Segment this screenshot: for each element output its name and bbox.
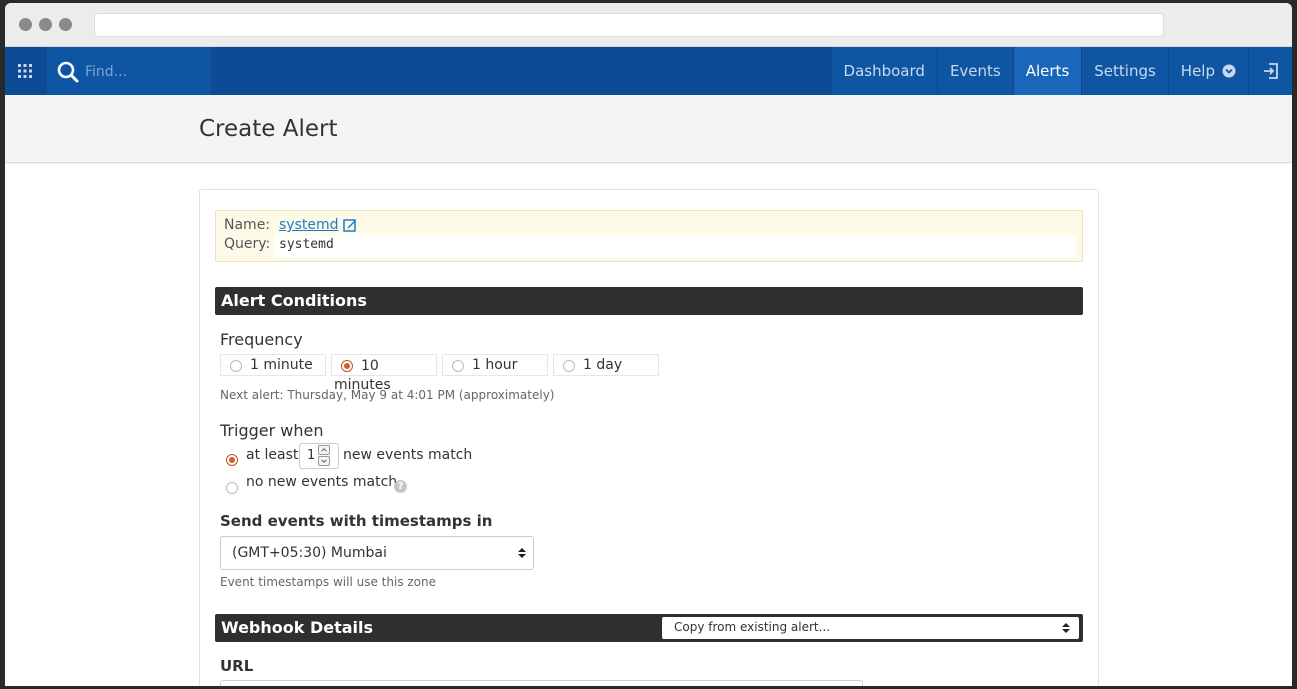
- query-label: Query:: [224, 236, 271, 252]
- radio-icon: [230, 360, 242, 372]
- next-alert-hint: Next alert: Thursday, May 9 at 4:01 PM (…: [220, 388, 555, 402]
- select-arrows-icon: [518, 548, 526, 558]
- window-close-dot[interactable]: [19, 18, 32, 31]
- alert-name-link[interactable]: systemd: [279, 217, 339, 233]
- sign-out-button[interactable]: [1248, 47, 1292, 95]
- nav-events-label: Events: [949, 62, 1001, 80]
- frequency-option-10-minutes[interactable]: 10 minutes: [331, 354, 437, 393]
- alert-form-card: Name: systemd Query: systemd Alert Condi…: [199, 189, 1099, 686]
- frequency-option-label: 1 hour: [472, 357, 518, 373]
- name-label: Name:: [224, 217, 271, 233]
- radio-icon: [452, 360, 464, 372]
- window-minimize-dot[interactable]: [39, 18, 52, 31]
- app-grid-icon[interactable]: [17, 63, 33, 79]
- nav-dashboard[interactable]: Dashboard: [830, 47, 937, 95]
- frequency-option-label: 1 day: [583, 357, 623, 373]
- nav-events[interactable]: Events: [936, 47, 1013, 95]
- nav-settings[interactable]: Settings: [1081, 47, 1168, 95]
- step-down-icon[interactable]: [318, 456, 330, 466]
- browser-chrome: [5, 3, 1292, 47]
- timestamps-label: Send events with timestamps in: [220, 512, 493, 530]
- nav-alerts[interactable]: Alerts: [1012, 47, 1082, 95]
- top-navbar: Dashboard Events Alerts Settings Help: [5, 47, 1292, 95]
- alert-conditions-title: Alert Conditions: [221, 291, 367, 310]
- help-icon[interactable]: ?: [394, 480, 407, 493]
- trigger-at-least-label: at least: [246, 447, 299, 463]
- page-header: Create Alert: [5, 95, 1292, 163]
- nav-menu: Dashboard Events Alerts Settings Help: [830, 47, 1292, 95]
- alert-conditions-header: Alert Conditions: [215, 287, 1083, 315]
- search-icon[interactable]: [57, 61, 79, 83]
- nav-alerts-label: Alerts: [1025, 62, 1070, 80]
- step-up-icon[interactable]: [318, 445, 330, 455]
- timezone-hint: Event timestamps will use this zone: [220, 575, 437, 589]
- page-title: Create Alert: [199, 116, 338, 142]
- webhook-details-title: Webhook Details: [221, 618, 374, 637]
- query-value: systemd: [274, 235, 1076, 257]
- sign-out-icon: [1263, 63, 1278, 79]
- chevron-down-icon: [1222, 64, 1236, 78]
- frequency-option-1-day[interactable]: 1 day: [553, 354, 659, 376]
- url-label: URL: [220, 657, 254, 675]
- nav-dashboard-label: Dashboard: [843, 62, 925, 80]
- frequency-option-1-hour[interactable]: 1 hour: [442, 354, 548, 376]
- trigger-at-least-radio[interactable]: [226, 454, 238, 466]
- nav-help[interactable]: Help: [1167, 47, 1248, 95]
- nav-settings-label: Settings: [1094, 62, 1156, 80]
- edit-icon[interactable]: [343, 218, 357, 232]
- copy-from-alert-label: Copy from existing alert...: [674, 620, 831, 634]
- search-box: [47, 47, 211, 95]
- search-input[interactable]: [85, 61, 205, 83]
- timezone-value: (GMT+05:30) Mumbai: [232, 545, 387, 561]
- webhook-details-header: Webhook Details Copy from existing alert…: [215, 614, 1083, 642]
- alert-summary-box: Name: systemd Query: systemd: [215, 210, 1083, 262]
- frequency-label: Frequency: [220, 330, 303, 349]
- url-input[interactable]: [220, 680, 863, 686]
- trigger-new-events-label: new events match: [343, 447, 473, 463]
- select-arrows-icon: [1062, 623, 1070, 633]
- trigger-no-new-label: no new events match: [246, 474, 398, 490]
- trigger-label: Trigger when: [220, 421, 324, 440]
- timezone-select[interactable]: (GMT+05:30) Mumbai: [220, 536, 534, 570]
- copy-from-alert-select[interactable]: Copy from existing alert...: [662, 617, 1079, 639]
- frequency-option-1-minute[interactable]: 1 minute: [220, 354, 326, 376]
- trigger-count-value: 1: [307, 448, 316, 463]
- trigger-count-stepper[interactable]: 1: [299, 443, 339, 469]
- address-bar[interactable]: [94, 13, 1164, 37]
- browser-window: Dashboard Events Alerts Settings Help: [5, 3, 1292, 686]
- nav-help-label: Help: [1180, 62, 1215, 80]
- radio-icon: [563, 360, 575, 372]
- frequency-option-label: 1 minute: [250, 357, 313, 373]
- window-maximize-dot[interactable]: [59, 18, 72, 31]
- trigger-no-new-radio[interactable]: [226, 482, 238, 494]
